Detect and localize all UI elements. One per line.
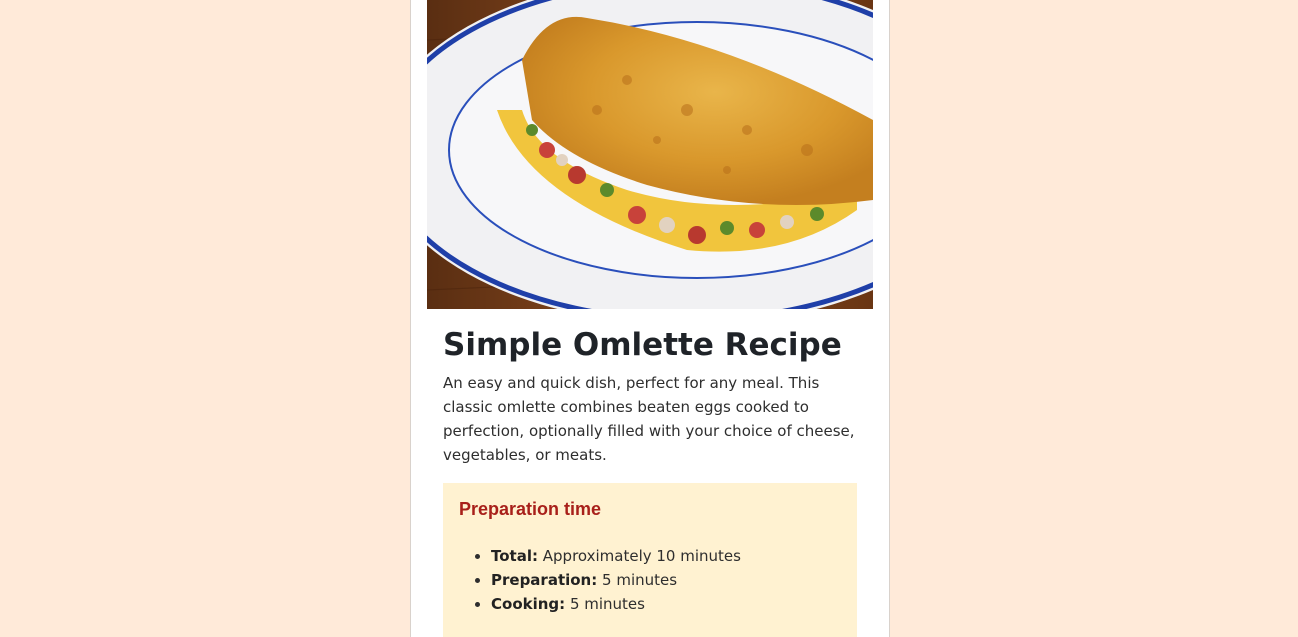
prep-item-cooking: Cooking: 5 minutes xyxy=(491,592,741,616)
prep-item-label: Preparation: xyxy=(491,571,598,589)
prep-item-label: Cooking: xyxy=(491,595,566,613)
prep-item-preparation: Preparation: 5 minutes xyxy=(491,568,741,592)
prep-item-value: Approximately 10 minutes xyxy=(542,547,741,565)
prep-item-value: 5 minutes xyxy=(569,595,645,613)
recipe-description: An easy and quick dish, perfect for any … xyxy=(443,374,855,464)
preparation-heading: Preparation time xyxy=(459,499,602,519)
prep-item-label: Total: xyxy=(491,547,538,565)
prep-item-total: Total: Approximately 10 minutes xyxy=(491,544,741,568)
preparation-list: Total: Approximately 10 minutes Preparat… xyxy=(459,544,741,616)
omelette-photo xyxy=(427,0,873,309)
recipe-card: Simple Omlette Recipe An easy and quick … xyxy=(410,0,890,637)
prep-item-value: 5 minutes xyxy=(602,571,678,589)
preparation-time-box: Preparation time Total: Approximately 10… xyxy=(443,483,857,637)
recipe-title: Simple Omlette Recipe xyxy=(443,327,842,363)
